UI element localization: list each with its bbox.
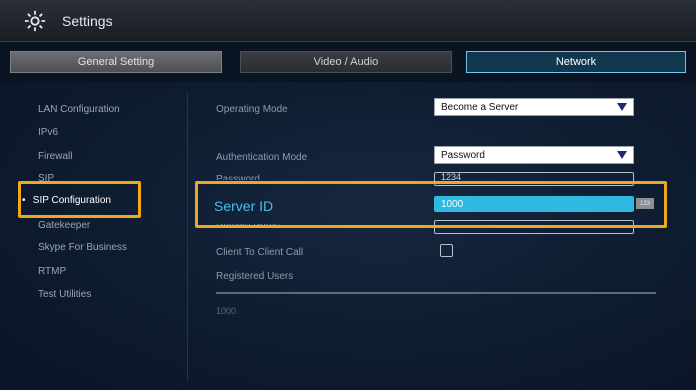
operating-mode-label: Operating Mode (216, 104, 288, 115)
operating-mode-select[interactable]: Become a Server (434, 98, 634, 116)
highlight-box-server-id (195, 181, 667, 228)
client-to-client-call-checkbox[interactable] (440, 244, 453, 257)
operating-mode-value: Become a Server (441, 101, 519, 113)
tab-bar: General Setting Video / Audio Network (0, 42, 696, 82)
authentication-mode-value: Password (441, 149, 485, 161)
tab-network[interactable]: Network (466, 51, 686, 73)
caret-down-icon (617, 103, 627, 111)
password-label: Password (216, 174, 260, 180)
sidebar-item-ipv6[interactable]: IPv6 (38, 127, 58, 138)
sidebar-item-skype-for-business[interactable]: Skype For Business (38, 242, 127, 253)
settings-panel (0, 82, 696, 390)
sidebar-item-firewall[interactable]: Firewall (38, 151, 72, 162)
registered-users-label: Registered Users (216, 271, 294, 282)
tab-video-audio[interactable]: Video / Audio (240, 51, 452, 73)
registered-users-divider (216, 292, 656, 294)
title-bar: Settings (0, 0, 696, 42)
sidebar-divider (187, 92, 188, 380)
tab-general-setting[interactable]: General Setting (10, 51, 222, 73)
caret-down-icon (617, 151, 627, 159)
sidebar-item-rtmp[interactable]: RTMP (38, 266, 66, 277)
highlight-box-sip-configuration (18, 181, 141, 218)
client-to-client-call-label: Client To Client Call (216, 247, 304, 258)
sidebar-item-test-utilities[interactable]: Test Utilities (38, 289, 91, 300)
registered-user-item[interactable]: 1000 (216, 306, 236, 316)
sidebar-item-lan-configuration[interactable]: LAN Configuration (38, 104, 120, 115)
page-title: Settings (62, 13, 113, 29)
sidebar-item-gatekeeper[interactable]: Gatekeeper (38, 220, 90, 231)
authentication-mode-label: Authentication Mode (216, 152, 308, 163)
authentication-mode-select[interactable]: Password (434, 146, 634, 164)
gear-icon (24, 10, 46, 32)
